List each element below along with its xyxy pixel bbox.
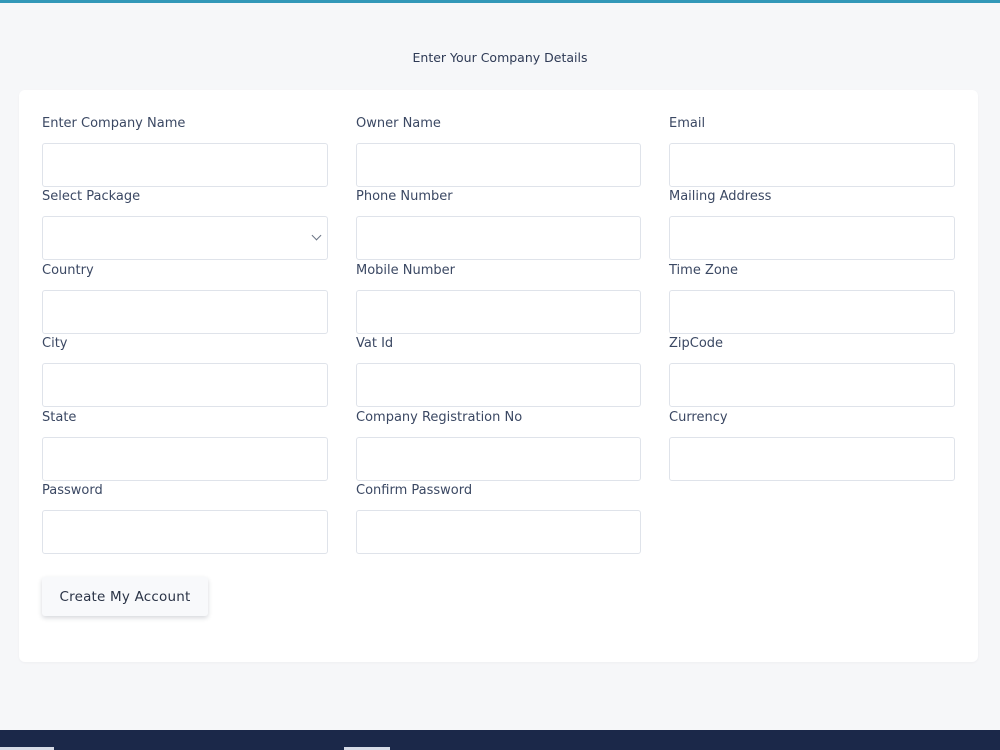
owner-name-input[interactable] bbox=[356, 143, 641, 187]
field-time-zone: Time Zone bbox=[669, 263, 955, 336]
field-confirm-password: Confirm Password bbox=[356, 483, 641, 556]
city-input[interactable] bbox=[42, 363, 328, 408]
field-select-package: Select Package bbox=[42, 189, 328, 262]
time-zone-label: Time Zone bbox=[669, 262, 739, 278]
password-label: Password bbox=[42, 482, 103, 498]
mailing-address-label: Mailing Address bbox=[669, 189, 772, 205]
field-password: Password bbox=[42, 483, 328, 556]
field-company-registration-no: Company Registration No bbox=[356, 410, 641, 483]
confirm-password-input[interactable] bbox=[356, 509, 641, 554]
mobile-number-input[interactable] bbox=[356, 289, 641, 334]
phone-number-label: Phone Number bbox=[356, 189, 453, 205]
zipcode-input[interactable] bbox=[669, 363, 955, 408]
email-label: Email bbox=[669, 116, 706, 131]
field-state: State bbox=[42, 410, 328, 483]
company-name-input[interactable] bbox=[42, 143, 328, 187]
state-input[interactable] bbox=[42, 436, 328, 481]
company-registration-no-input[interactable] bbox=[356, 436, 641, 481]
currency-label: Currency bbox=[669, 409, 728, 425]
company-details-form: Enter Company Name Owner Name Email Sele… bbox=[42, 116, 955, 556]
time-zone-input[interactable] bbox=[669, 289, 955, 334]
create-account-button[interactable]: Create My Account bbox=[42, 577, 208, 616]
confirm-password-label: Confirm Password bbox=[356, 482, 473, 498]
field-currency: Currency bbox=[669, 410, 955, 483]
vat-id-input[interactable] bbox=[356, 363, 641, 408]
mailing-address-input[interactable] bbox=[669, 216, 955, 261]
select-package-wrapper bbox=[42, 216, 328, 261]
top-accent-bar bbox=[0, 0, 1000, 3]
field-mailing-address: Mailing Address bbox=[669, 189, 955, 262]
company-name-label: Enter Company Name bbox=[42, 116, 186, 131]
footer bbox=[0, 730, 1000, 750]
zipcode-label: ZipCode bbox=[669, 336, 724, 352]
field-country: Country bbox=[42, 263, 328, 336]
field-mobile-number: Mobile Number bbox=[356, 263, 641, 336]
country-label: Country bbox=[42, 262, 94, 278]
field-vat-id: Vat Id bbox=[356, 336, 641, 409]
field-owner-name: Owner Name bbox=[356, 116, 641, 189]
page-title: Enter Your Company Details bbox=[412, 50, 588, 65]
vat-id-label: Vat Id bbox=[356, 336, 394, 352]
company-details-card: Enter Company Name Owner Name Email Sele… bbox=[19, 90, 978, 662]
field-email: Email bbox=[669, 116, 955, 189]
currency-input[interactable] bbox=[669, 436, 955, 481]
state-label: State bbox=[42, 409, 77, 425]
field-zipcode: ZipCode bbox=[669, 336, 955, 409]
country-input[interactable] bbox=[42, 289, 328, 334]
owner-name-label: Owner Name bbox=[356, 116, 441, 131]
city-label: City bbox=[42, 336, 68, 352]
select-package-label: Select Package bbox=[42, 189, 141, 205]
company-registration-no-label: Company Registration No bbox=[356, 409, 523, 425]
mobile-number-label: Mobile Number bbox=[356, 262, 455, 278]
field-phone-number: Phone Number bbox=[356, 189, 641, 262]
password-input[interactable] bbox=[42, 509, 328, 554]
phone-number-input[interactable] bbox=[356, 216, 641, 261]
select-package-dropdown[interactable] bbox=[42, 216, 328, 261]
field-company-name: Enter Company Name bbox=[42, 116, 328, 189]
email-input[interactable] bbox=[669, 143, 955, 187]
field-city: City bbox=[42, 336, 328, 409]
